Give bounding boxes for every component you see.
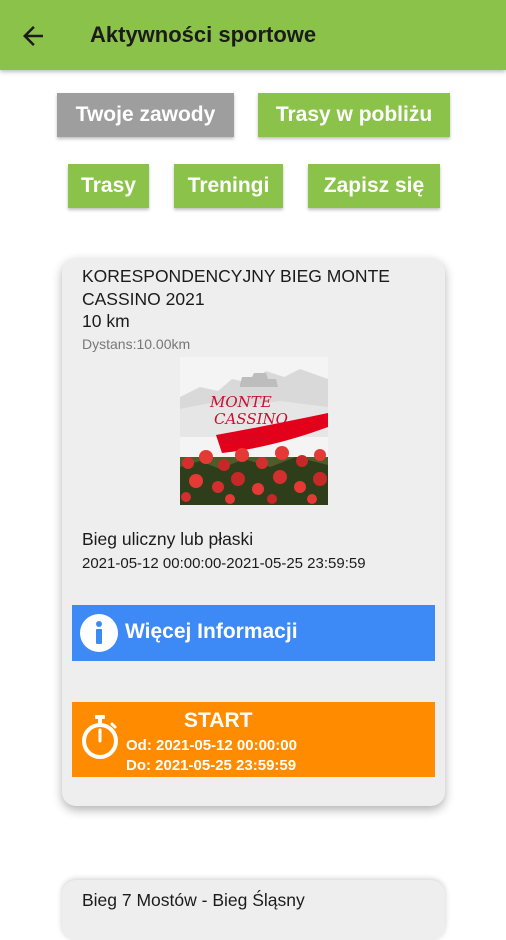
- arrow-left-icon: [23, 26, 43, 46]
- event-title: KORESPONDENCYJNY BIEG MONTE CASSINO 2021: [82, 266, 390, 309]
- monte-cassino-poster: MONTE CASSINO 1944 - 2021: [180, 357, 328, 505]
- filter-trasy[interactable]: Trasy: [68, 164, 149, 208]
- app-bar: Aktywności sportowe: [0, 0, 506, 70]
- start-label: START: [184, 709, 253, 732]
- filter-trasy-w-poblizu[interactable]: Trasy w pobliżu: [258, 93, 450, 137]
- svg-text:CASSINO: CASSINO: [214, 410, 288, 428]
- event-distance-detail: Dystans:10.00km: [82, 336, 191, 352]
- more-info-button[interactable]: Więcej Informacji: [72, 605, 435, 661]
- event-image[interactable]: MONTE CASSINO 1944 - 2021: [180, 357, 328, 505]
- filter-zapisz-sie[interactable]: Zapisz się: [308, 164, 440, 208]
- start-from-date: Od: 2021-05-12 00:00:00: [126, 737, 297, 754]
- svg-text:MONTE: MONTE: [209, 393, 272, 411]
- start-to-date: Do: 2021-05-25 23:59:59: [126, 757, 297, 774]
- start-button[interactable]: START Od: 2021-05-12 00:00:00 Do: 2021-0…: [72, 702, 435, 777]
- stopwatch-icon: [82, 715, 118, 759]
- event-dates: 2021-05-12 00:00:00-2021-05-25 23:59:59: [82, 555, 366, 572]
- info-icon: [80, 614, 118, 652]
- filter-treningi[interactable]: Treningi: [174, 164, 283, 208]
- event-card: Bieg 7 Mostów - Bieg Śląsny: [62, 880, 445, 940]
- filter-twoje-zawody[interactable]: Twoje zawody: [57, 93, 234, 137]
- event-type: Bieg uliczny lub płaski: [82, 529, 254, 549]
- back-button[interactable]: [18, 21, 48, 51]
- event-title: Bieg 7 Mostów - Bieg Śląsny: [82, 890, 305, 910]
- svg-text:1944 - 2021: 1944 - 2021: [218, 434, 267, 443]
- more-info-label: Więcej Informacji: [125, 620, 298, 643]
- event-distance: 10 km: [82, 311, 130, 331]
- page-title: Aktywności sportowe: [90, 22, 317, 47]
- event-card: KORESPONDENCYJNY BIEG MONTE CASSINO 2021…: [62, 258, 445, 806]
